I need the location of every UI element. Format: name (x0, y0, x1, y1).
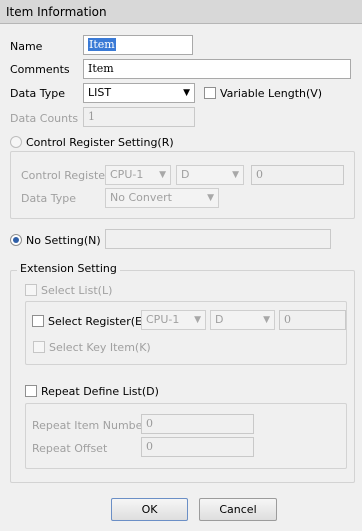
variable-length-checkbox[interactable]: Variable Length(V) (204, 86, 322, 102)
control-register-label: Control Register (21, 169, 110, 182)
name-input[interactable]: Item (83, 35, 193, 55)
repeat-offset-input[interactable]: 0 (141, 437, 254, 457)
radio-icon (10, 234, 22, 246)
comments-label: Comments (10, 63, 70, 76)
chevron-down-icon: ▼ (263, 315, 270, 325)
chevron-down-icon: ▼ (159, 170, 166, 180)
control-register-group (10, 151, 355, 219)
select-key-item-label: Select Key Item(K) (49, 341, 151, 354)
select-register-address-input[interactable]: 0 (279, 310, 346, 330)
select-register-checkbox[interactable]: Select Register(E) (32, 314, 146, 330)
checkbox-icon (204, 87, 216, 99)
window-title: Item Information (0, 0, 362, 24)
extension-setting-label: Extension Setting (17, 262, 120, 276)
chevron-down-icon: ▼ (232, 170, 239, 180)
data-type-value: LIST (88, 86, 112, 99)
select-list-label: Select List(L) (41, 284, 113, 297)
control-register-data-type-value: No Convert (110, 191, 172, 204)
checkbox-icon (33, 341, 45, 353)
checkbox-icon (25, 385, 37, 397)
comments-input[interactable]: Item (83, 59, 351, 79)
control-register-data-type-label: Data Type (21, 192, 77, 205)
select-register-device-select[interactable]: D ▼ (210, 310, 275, 330)
control-register-cpu-select[interactable]: CPU-1 ▼ (105, 165, 171, 185)
select-key-item-checkbox[interactable]: Select Key Item(K) (33, 340, 151, 356)
variable-length-label: Variable Length(V) (220, 87, 323, 100)
repeat-define-list-checkbox[interactable]: Repeat Define List(D) (25, 384, 159, 400)
chevron-down-icon: ▼ (207, 193, 214, 203)
no-setting-label: No Setting(N) (26, 234, 101, 247)
control-register-address-input[interactable]: 0 (251, 165, 344, 185)
checkbox-icon (25, 284, 37, 296)
select-register-device-value: D (215, 313, 224, 326)
repeat-define-list-label: Repeat Define List(D) (41, 385, 159, 398)
select-list-checkbox[interactable]: Select List(L) (25, 283, 112, 299)
control-register-device-select[interactable]: D ▼ (176, 165, 244, 185)
checkbox-icon (32, 315, 44, 327)
data-type-select[interactable]: LIST ▼ (83, 83, 195, 103)
control-register-data-type-select[interactable]: No Convert ▼ (105, 188, 219, 208)
no-setting-radio[interactable]: No Setting(N) (10, 233, 101, 249)
data-counts-label: Data Counts (10, 112, 79, 125)
control-register-device-value: D (181, 168, 190, 181)
data-type-label: Data Type (10, 87, 66, 100)
select-register-cpu-select[interactable]: CPU-1 ▼ (141, 310, 206, 330)
select-register-label: Select Register(E) (48, 315, 147, 328)
name-value: Item (88, 38, 116, 51)
chevron-down-icon: ▼ (183, 88, 190, 98)
name-label: Name (10, 40, 43, 53)
repeat-offset-label: Repeat Offset (32, 442, 108, 455)
no-setting-input[interactable] (105, 229, 331, 249)
data-counts-input[interactable]: 1 (83, 107, 195, 127)
select-register-cpu-value: CPU-1 (146, 313, 180, 326)
control-register-setting-radio[interactable]: Control Register Setting(R) (10, 135, 174, 151)
cancel-button[interactable]: Cancel (199, 498, 277, 521)
repeat-define-group (25, 403, 347, 469)
chevron-down-icon: ▼ (194, 315, 201, 325)
ok-button[interactable]: OK (111, 498, 188, 521)
repeat-item-number-label: Repeat Item Number (32, 419, 147, 432)
repeat-item-number-input[interactable]: 0 (141, 414, 254, 434)
control-register-setting-label: Control Register Setting(R) (26, 136, 174, 149)
radio-icon (10, 136, 22, 148)
control-register-cpu-value: CPU-1 (110, 168, 144, 181)
